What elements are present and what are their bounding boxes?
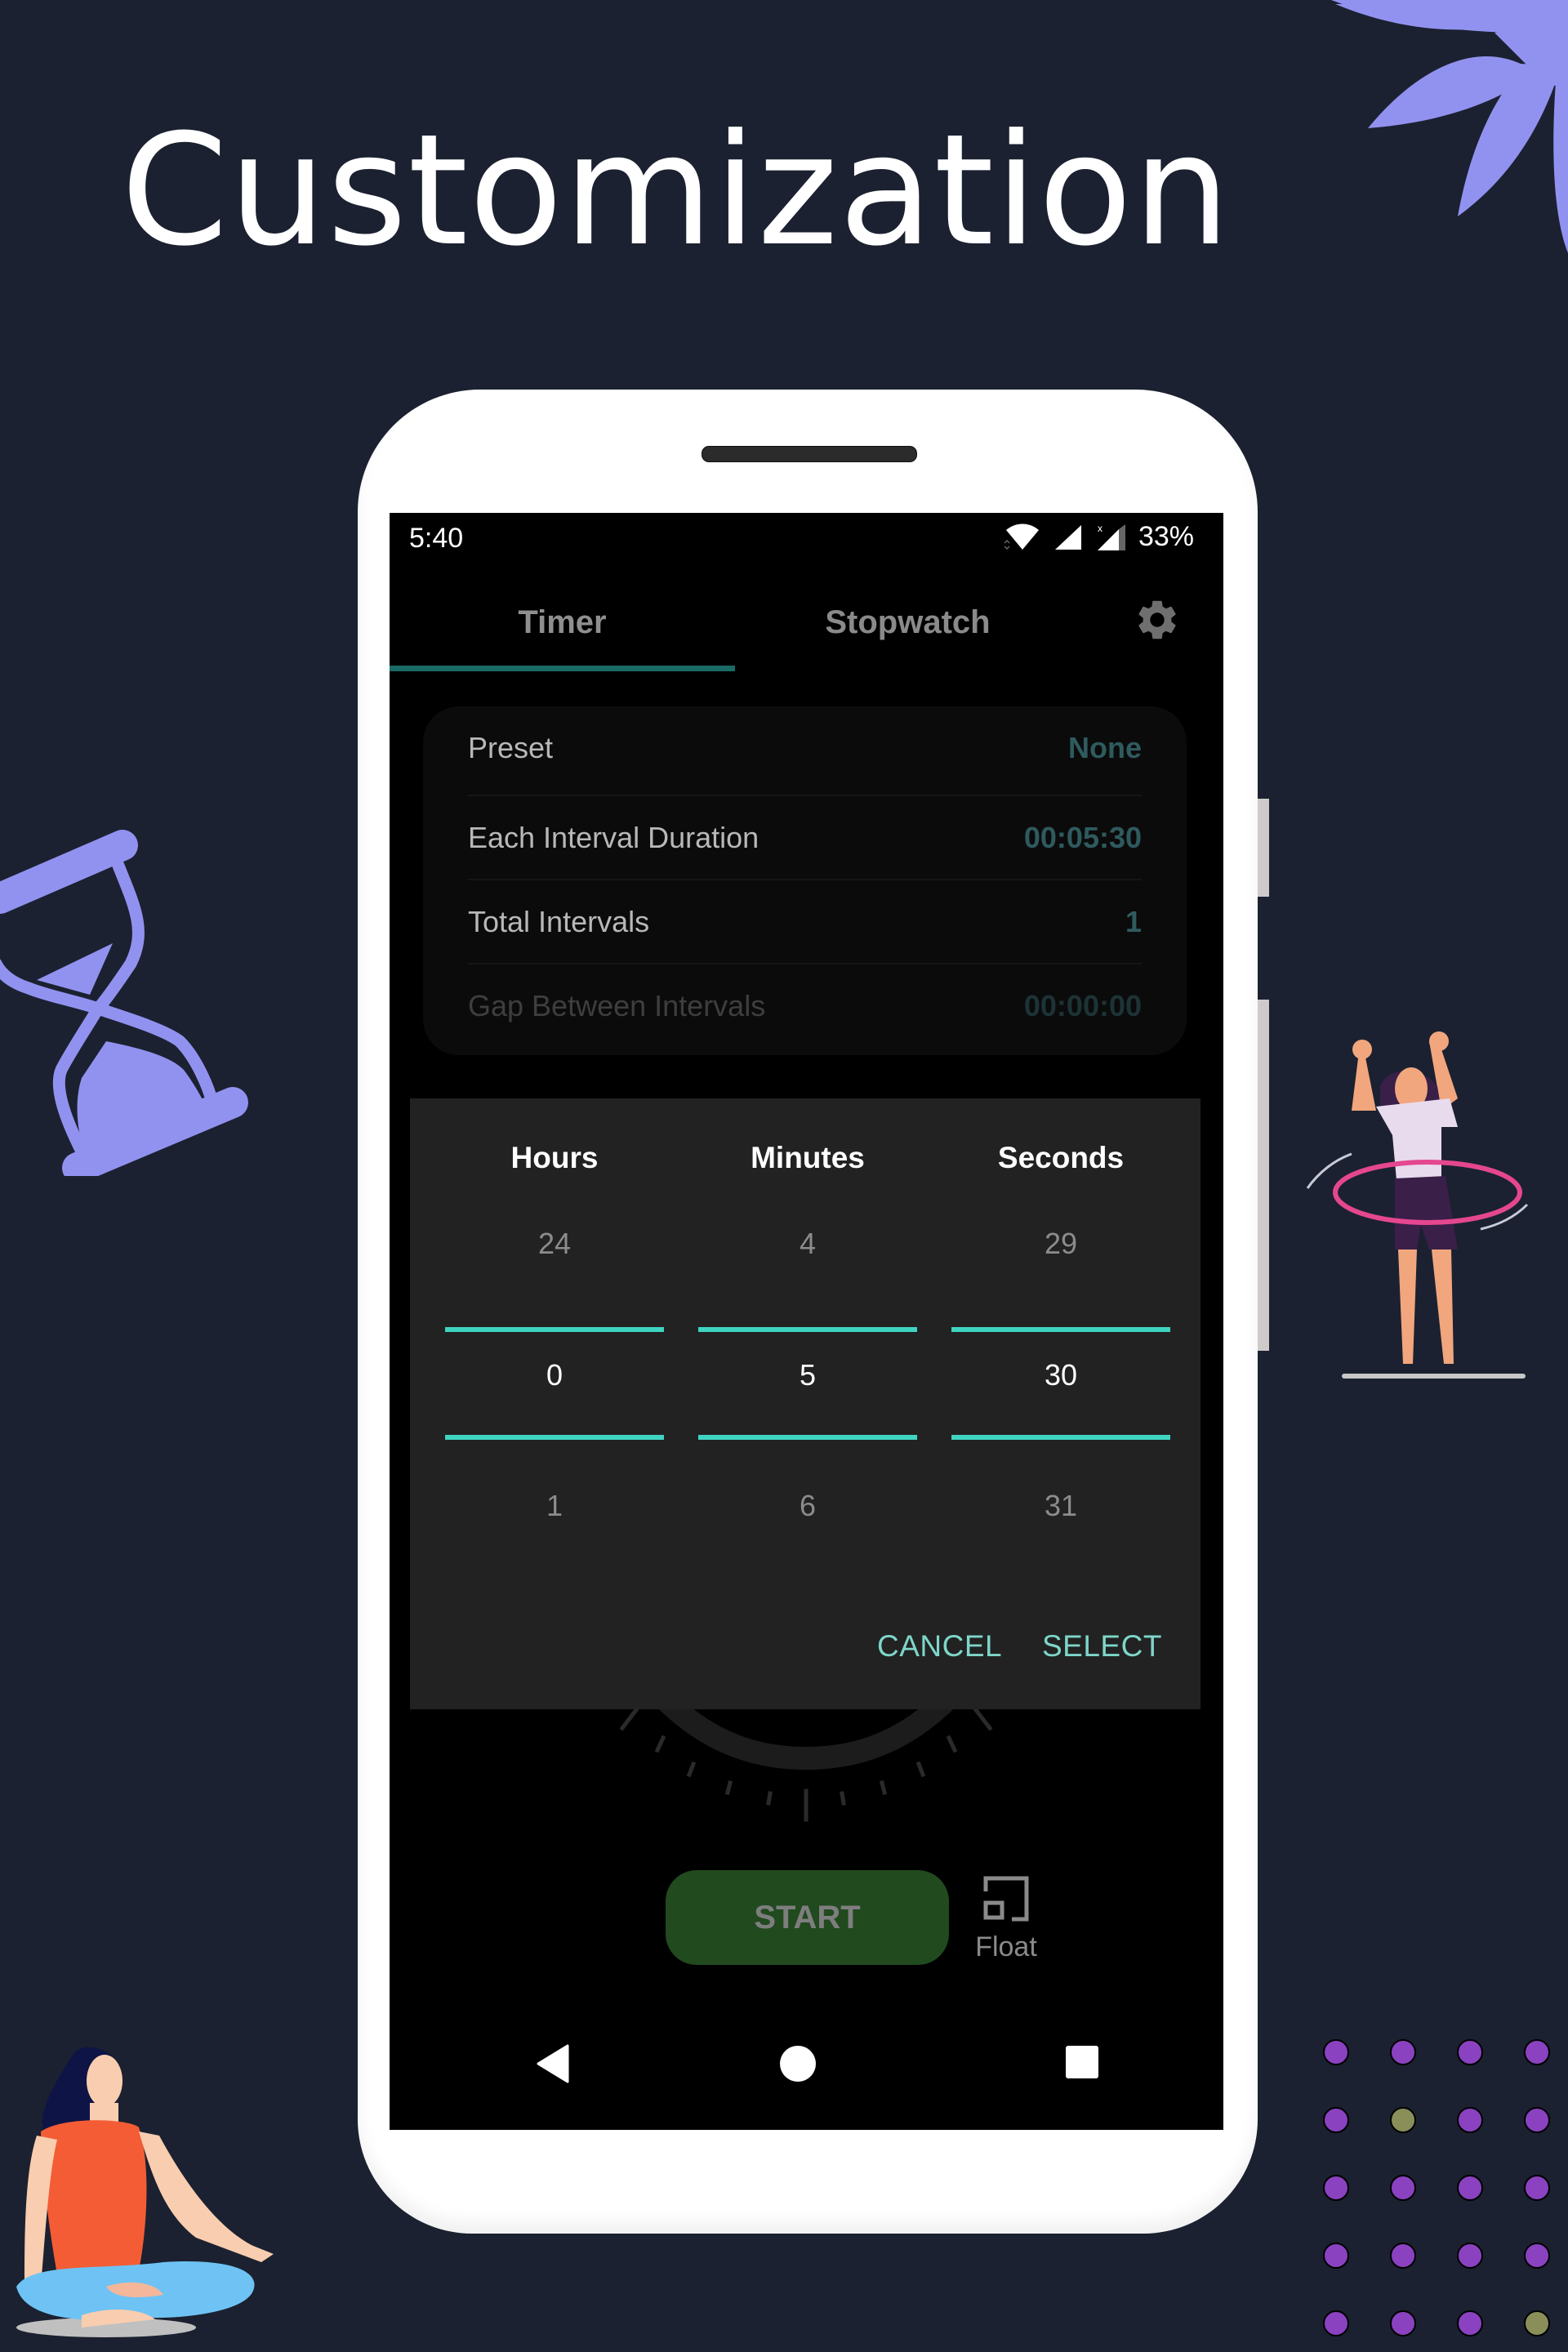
decorative-dot — [1323, 2243, 1349, 2269]
back-icon[interactable] — [535, 2044, 571, 2083]
start-button[interactable]: START — [666, 1870, 949, 1965]
timer-settings-card: Preset None Each Interval Duration 00:05… — [423, 706, 1187, 1055]
phone-screen: 5:40 x 33% Timer Stopwatch Preset None E… — [390, 513, 1223, 2130]
settings-row-gap: Gap Between Intervals 00:00:00 — [468, 964, 1142, 1048]
row-label: Preset — [468, 731, 554, 764]
decorative-dot — [1390, 2039, 1416, 2065]
settings-row-interval-duration[interactable]: Each Interval Duration 00:05:30 — [468, 796, 1142, 880]
duration-picker-dialog: Hours Minutes Seconds 24 0 1 4 5 6 29 30… — [410, 1098, 1200, 1709]
picker-header-minutes: Minutes — [751, 1141, 865, 1174]
decorative-dot — [1323, 2039, 1349, 2065]
float-label: Float — [975, 1931, 1037, 1962]
seconds-prev-value[interactable]: 29 — [951, 1227, 1170, 1261]
timer-dial — [619, 1689, 993, 1822]
battery-percentage: 33% — [1138, 521, 1194, 552]
decorative-dot — [1457, 2107, 1483, 2133]
seconds-selection-line-bottom — [951, 1435, 1170, 1440]
settings-row-total-intervals[interactable]: Total Intervals 1 — [468, 880, 1142, 964]
float-window-icon — [983, 1876, 1029, 1922]
minutes-selection-line-top — [698, 1327, 917, 1332]
tab-stopwatch[interactable]: Stopwatch — [735, 581, 1080, 663]
decorative-dot — [1390, 2175, 1416, 2201]
decorative-dot — [1457, 2243, 1483, 2269]
select-button[interactable]: SELECT — [1042, 1629, 1162, 1664]
decorative-dot — [1390, 2243, 1416, 2269]
wifi-icon — [1004, 523, 1039, 550]
tab-timer[interactable]: Timer — [390, 581, 735, 663]
decorative-dot — [1524, 2175, 1550, 2201]
leaf-decoration-icon — [1331, 0, 1568, 253]
hours-selection-line-top — [445, 1327, 664, 1332]
decorative-dot — [1390, 2310, 1416, 2336]
picker-header-hours: Hours — [510, 1141, 599, 1174]
phone-side-button-upper — [1258, 799, 1269, 897]
settings-row-preset[interactable]: Preset None — [468, 706, 1142, 790]
decorative-dot — [1323, 2175, 1349, 2201]
hours-selection-line-bottom — [445, 1435, 664, 1440]
row-value: 1 — [1125, 905, 1142, 938]
seconds-current-value[interactable]: 30 — [951, 1358, 1170, 1392]
hours-current-value[interactable]: 0 — [445, 1358, 664, 1392]
headline: Customization — [121, 101, 1232, 280]
minutes-current-value[interactable]: 5 — [698, 1358, 917, 1392]
minutes-selection-line-bottom — [698, 1435, 917, 1440]
cancel-button[interactable]: CANCEL — [877, 1629, 1002, 1664]
meditation-illustration — [16, 2047, 274, 2337]
decorative-dot — [1457, 2039, 1483, 2065]
decorative-dot — [1457, 2310, 1483, 2336]
signal-icon — [1054, 524, 1081, 550]
home-icon[interactable] — [779, 2044, 817, 2083]
decorative-dot — [1524, 2243, 1550, 2269]
hours-next-value[interactable]: 1 — [445, 1489, 664, 1523]
recents-icon[interactable] — [1064, 2044, 1100, 2080]
gear-icon[interactable] — [1134, 596, 1181, 644]
decorative-dot — [1524, 2039, 1550, 2065]
row-value: 00:05:30 — [1023, 821, 1142, 854]
status-time: 5:40 — [409, 523, 464, 554]
row-value: 00:00:00 — [1023, 989, 1142, 1022]
row-label: Gap Between Intervals — [468, 989, 766, 1022]
float-button[interactable]: Float — [957, 1875, 1055, 1965]
minutes-prev-value[interactable]: 4 — [698, 1227, 917, 1261]
phone-speaker — [702, 446, 917, 462]
decorative-dot — [1524, 2310, 1550, 2336]
dot-grid-decoration — [1323, 2039, 1568, 2352]
hula-hoop-illustration — [1306, 1031, 1529, 1379]
status-icons: x 33% — [1003, 521, 1194, 553]
tab-indicator — [390, 666, 735, 671]
row-label: Total Intervals — [468, 905, 650, 938]
decorative-dot — [1323, 2107, 1349, 2133]
row-label: Each Interval Duration — [468, 821, 760, 854]
decorative-dot — [1457, 2175, 1483, 2201]
hours-prev-value[interactable]: 24 — [445, 1227, 664, 1261]
minutes-next-value[interactable]: 6 — [698, 1489, 917, 1523]
decorative-dot — [1390, 2107, 1416, 2133]
svg-text:x: x — [1098, 523, 1102, 534]
decorative-dot — [1323, 2310, 1349, 2336]
hourglass-icon — [0, 830, 248, 1176]
decorative-dot — [1524, 2107, 1550, 2133]
row-value: None — [1068, 731, 1142, 764]
signal-roaming-icon: x — [1097, 523, 1125, 550]
picker-header-seconds: Seconds — [997, 1141, 1125, 1174]
phone-side-button-lower — [1258, 1000, 1269, 1351]
seconds-next-value[interactable]: 31 — [951, 1489, 1170, 1523]
seconds-selection-line-top — [951, 1327, 1170, 1332]
